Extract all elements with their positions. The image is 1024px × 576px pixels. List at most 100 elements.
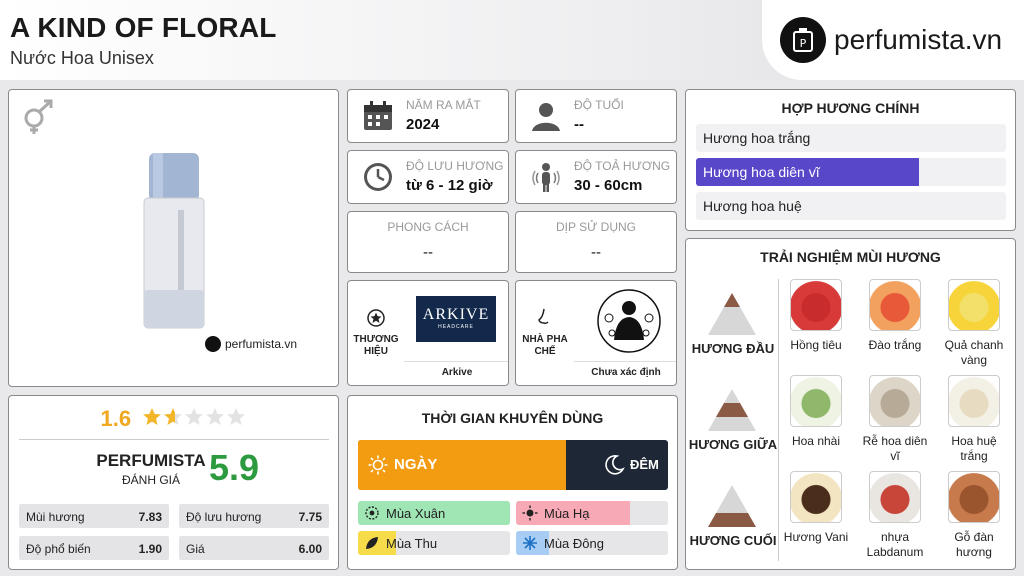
page-subtitle: Nước Hoa Unisex: [10, 48, 154, 68]
user-rating: 1.6: [9, 406, 338, 432]
perfumer-label-line2: CHẾ: [534, 346, 556, 357]
perfumista-sublabel: ĐÁNH GIÁ: [121, 473, 180, 487]
note-name: nhựa Labdanum: [866, 530, 924, 559]
season-label: Mùa Hạ: [544, 506, 590, 521]
style-card: PHONG CÁCH --: [347, 211, 509, 273]
score-value: 7.83: [138, 510, 162, 524]
accord-row: Hương hoa trắng: [696, 124, 1006, 152]
season-row: Mùa Hạ: [516, 501, 668, 525]
sillage-person-icon: [532, 163, 560, 192]
sillage-value: 30 - 60cm: [574, 177, 643, 194]
note-tier-label: HƯƠNG CUỐI: [689, 533, 777, 548]
perfume-bottle-icon: P: [780, 17, 826, 63]
score-row: Độ phổ biến 1.90: [19, 536, 169, 560]
perfume-bottle-image: [143, 153, 205, 329]
perfume-bottle-icon: [205, 336, 221, 352]
moon-icon: [605, 455, 625, 475]
season-label: Mùa Đông: [544, 536, 604, 551]
score-value: 7.75: [298, 510, 322, 524]
season-label: Mùa Xuân: [386, 506, 446, 521]
page-title: A KIND OF FLORAL: [10, 12, 277, 43]
main-accords-card: HỢP HƯƠNG CHÍNH Hương hoa trắng Hương hoa…: [685, 89, 1016, 231]
snowflake-icon: [523, 536, 537, 550]
sillage-label: ĐỘ TOẢ HƯƠNG: [574, 159, 671, 173]
spring-flower-icon: [365, 506, 379, 520]
perfumer-name: Chưa xác định: [591, 367, 661, 378]
day-night-bar: NGÀY ĐÊM: [358, 440, 668, 490]
notes-divider: [778, 279, 779, 561]
note-pyramid-icon: [708, 389, 756, 431]
nose-icon: [538, 308, 549, 325]
perfumer-label-block: NHÀ PHA CHẾ: [516, 281, 574, 385]
style-value: --: [423, 244, 433, 261]
brand-card[interactable]: THƯƠNG HIỆU ARKIVE HEADCARE Arkive: [347, 280, 509, 386]
season-row: Mùa Xuân: [358, 501, 510, 525]
star-icon: [205, 407, 224, 425]
note-image[interactable]: [790, 375, 842, 427]
season-row: Mùa Thu: [358, 531, 510, 555]
sun-icon: [522, 505, 538, 521]
brand-logo[interactable]: P perfumista.vn: [762, 0, 1024, 80]
age-value: --: [574, 116, 584, 133]
note-image[interactable]: [948, 279, 1000, 331]
score-row: Mùi hương 7.83: [19, 504, 169, 528]
brand-label-line2: HIỆU: [364, 346, 388, 357]
brand-label-block: THƯƠNG HIỆU: [348, 281, 404, 385]
timing-card: THỜI GIAN KHUYÊN DÙNG NGÀY ĐÊM Mùa Xuân M…: [347, 395, 678, 570]
note-name: Hoa huệ trắng: [951, 434, 997, 463]
score-value: 6.00: [298, 542, 322, 556]
timing-title: THỜI GIAN KHUYÊN DÙNG: [421, 410, 604, 426]
note-pyramid-icon: [708, 293, 756, 335]
sillage-card: ĐỘ TOẢ HƯƠNG 30 - 60cm: [515, 150, 677, 204]
brand-logo-image: ARKIVE HEADCARE: [416, 296, 496, 342]
brand-site-name: perfumista.vn: [834, 24, 1003, 55]
release-year-card: NĂM RA MẮT 2024: [347, 89, 509, 143]
gender-unisex-icon: [24, 99, 53, 134]
sun-icon: [368, 455, 388, 475]
note-name: Quả chanh vàng: [944, 338, 1004, 367]
note-image[interactable]: [869, 375, 921, 427]
header: A KIND OF FLORAL Nước Hoa Unisex P perfu…: [0, 0, 1024, 80]
brand-name: Arkive: [441, 367, 473, 378]
accord-label: Hương hoa huệ: [703, 198, 802, 214]
perfumer-card[interactable]: NHÀ PHA CHẾ Chưa xác định: [515, 280, 677, 386]
accords-title: HỢP HƯƠNG CHÍNH: [781, 100, 920, 116]
day-fill: [358, 440, 566, 490]
note-name: Hoa nhài: [791, 434, 841, 448]
season-row: Mùa Đông: [516, 531, 668, 555]
brand-label-line1: THƯƠNG: [353, 334, 399, 345]
note-image[interactable]: [948, 375, 1000, 427]
score-value: 1.90: [138, 542, 162, 556]
leaf-icon: [366, 537, 378, 549]
longevity-label: ĐỘ LƯU HƯƠNG: [406, 159, 504, 173]
product-watermark: perfumista.vn: [205, 336, 297, 352]
note-image[interactable]: [869, 279, 921, 331]
note-image[interactable]: [869, 471, 921, 523]
note-image[interactable]: [948, 471, 1000, 523]
notes-card: TRẢI NGHIỆM MÙI HƯƠNG HƯƠNG ĐẦU Hồng tiêu…: [685, 238, 1016, 570]
longevity-card: ĐỘ LƯU HƯƠNG từ 6 - 12 giờ: [347, 150, 509, 204]
note-image[interactable]: [790, 279, 842, 331]
longevity-value: từ 6 - 12 giờ: [406, 177, 493, 194]
svg-text:P: P: [800, 37, 807, 50]
star-badge-icon: [367, 309, 385, 327]
star-icon: [226, 407, 245, 425]
release-year-value: 2024: [406, 116, 440, 133]
notes-title: TRẢI NGHIỆM MÙI HƯƠNG: [760, 249, 941, 265]
product-image-card: perfumista.vn: [8, 89, 339, 387]
rating-card: 1.6 PERFUMISTA ĐÁNH GIÁ 5.9 Mùi hương 7.8…: [8, 395, 339, 570]
star-icon: [163, 407, 182, 425]
star-icon: [142, 407, 161, 425]
age-label: ĐỘ TUỔI: [574, 98, 624, 112]
accord-label: Hương hoa diên vĩ: [703, 164, 820, 180]
perfumer-avatar: [597, 289, 661, 353]
score-row: Giá 6.00: [179, 536, 329, 560]
note-name: Rễ hoa diên vĩ: [862, 434, 928, 463]
day-label: NGÀY: [394, 456, 438, 473]
rating-stars: [142, 407, 247, 432]
score-row: Độ lưu hương 7.75: [179, 504, 329, 528]
note-name: Hồng tiêu: [790, 338, 842, 352]
note-image[interactable]: [790, 471, 842, 523]
note-name: Gỗ đàn hương: [954, 530, 994, 559]
calendar-icon: [364, 101, 392, 130]
